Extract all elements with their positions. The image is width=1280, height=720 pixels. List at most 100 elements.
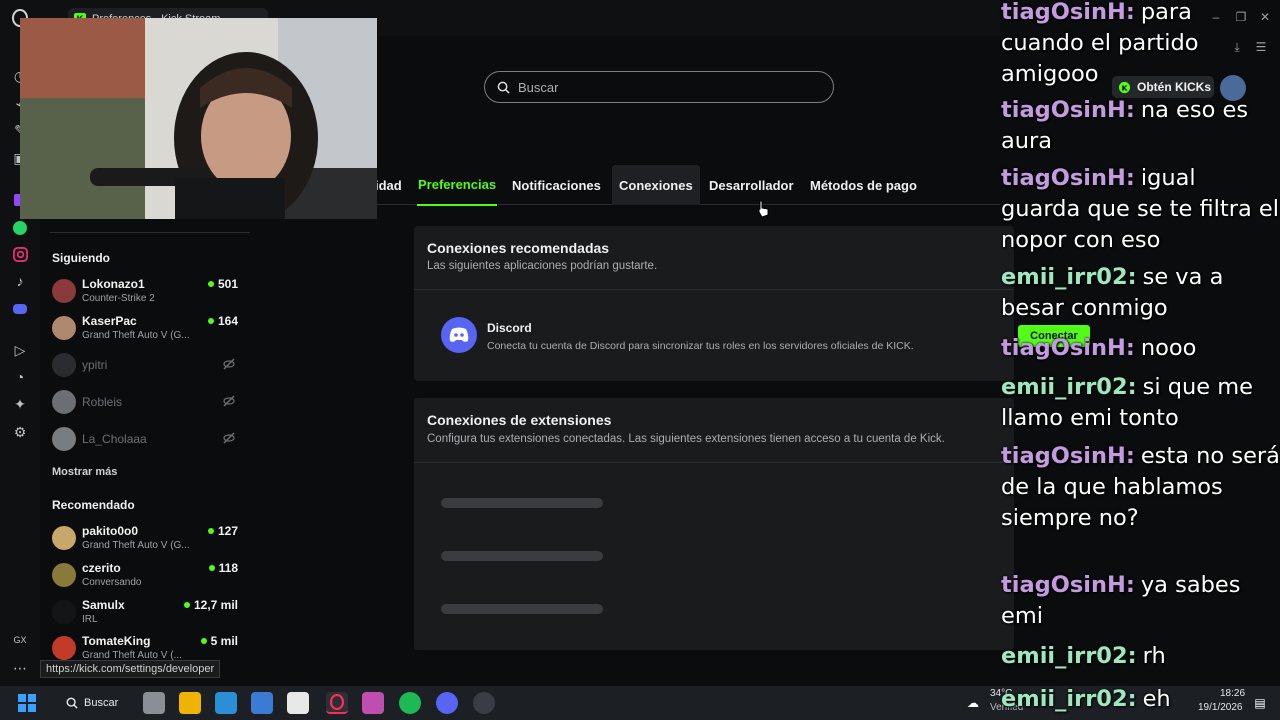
channel-category: Grand Theft Auto V (G... [82,540,190,551]
tiktok-icon[interactable]: ♪ [10,271,30,291]
chat-username: tiagOsinH: [1001,97,1135,123]
chat-message: tiagOsinH: na eso es aura [1001,95,1280,157]
spotify-icon[interactable] [399,692,421,714]
channel-category: Conversando [82,577,142,588]
viewer-count-value: 501 [217,277,238,291]
avatar [52,316,76,340]
sidebar-channel-robleis[interactable]: Robleis [52,386,238,420]
show-more-link[interactable]: Mostrar más [52,466,117,478]
app-icon[interactable] [473,692,495,714]
search-input[interactable] [518,79,818,95]
avatar [52,427,76,451]
card-divider [414,462,1014,463]
recommended-connections-title: Conexiones recomendadas [427,240,610,256]
windows-start-icon[interactable] [16,692,38,714]
tab-preferences[interactable]: Preferencias [417,165,498,206]
extension-connections-title: Conexiones de extensiones [427,412,612,428]
chat-message: tiagOsinH: nooo [1001,333,1280,364]
tab-notifications[interactable]: Notificaciones [512,165,601,205]
channel-name: Lokonazo1 [82,277,145,291]
viewer-count-value: 12,7 mil [193,598,238,612]
weather-icon[interactable]: ☁ [962,692,984,714]
avatar [52,279,76,303]
live-dot-icon [207,281,214,287]
avatar [52,563,76,587]
hand-cursor-icon [758,200,769,218]
sidebar-channel-ypitri[interactable]: ypitri [52,349,238,383]
sidebar-channel-la-cholaaa[interactable]: La_Cholaaa [52,423,238,457]
sidebar-channel-pakito0o0[interactable]: pakito0o0 Grand Theft Auto V (G... 127 [52,522,238,556]
sidebar-channel-kaserpac[interactable]: KaserPac Grand Theft Auto V (G... 164 [52,312,238,346]
viewer-count: 127 [207,524,238,538]
status-bar-url: https://kick.com/settings/developer [40,660,221,678]
channel-name: pakito0o0 [82,524,139,538]
extension-connections-subtitle: Configura tus extensiones conectadas. La… [427,433,945,445]
store-icon[interactable] [251,692,273,714]
recommended-connections-card: Conexiones recomendadas Las siguientes a… [414,226,1014,381]
settings-gear-icon[interactable]: ⚙ [10,422,30,442]
avatar [52,526,76,550]
app-icon[interactable] [287,692,309,714]
search-bar[interactable] [484,71,834,103]
play-icon[interactable]: ▷ [10,340,30,360]
search-icon [66,697,78,709]
sidebar-channel-samulx[interactable]: Samulx IRL 12,7 mil [52,596,238,630]
extensions-icon[interactable]: ✦ [10,394,30,414]
loading-skeleton [441,498,603,508]
loading-skeleton [441,604,603,614]
channel-category: IRL [82,614,98,625]
taskbar-search-label: Buscar [84,697,119,709]
tab-connections[interactable]: Conexiones [612,165,700,205]
loading-skeleton [441,551,603,561]
following-title: Siguiendo [52,251,110,265]
viewer-count: 501 [207,277,238,291]
chat-text: nooo [1140,335,1197,361]
discord-app-name: Discord [487,321,532,335]
discord-taskbar-icon[interactable] [436,692,458,714]
chat-message: emii_irr02: eh [1001,684,1280,715]
chat-username: emii_irr02: [1001,686,1137,712]
tab-developer[interactable]: Desarrollador [709,165,794,205]
app-icon[interactable] [215,692,237,714]
chat-message: tiagOsinH: para cuando el partido amigooo [1001,0,1280,90]
taskbar-search[interactable]: Buscar [52,690,132,716]
more-icon[interactable]: ⋯ [10,658,30,678]
tab-payment-methods[interactable]: Métodos de pago [810,165,917,205]
avatar [52,636,76,660]
chat-username: emii_irr02: [1001,264,1137,290]
sidebar-channel-lokonazo1[interactable]: Lokonazo1 Counter-Strike 2 501 [52,275,238,309]
chat-username: tiagOsinH: [1001,572,1135,598]
live-dot-icon [207,318,214,324]
channel-category: Counter-Strike 2 [82,293,155,304]
channel-name: czerito [82,561,121,575]
offline-eye-off-icon [223,358,235,370]
task-view-icon[interactable] [143,692,165,714]
webcam-video [20,18,377,219]
tab-privacy[interactable]: idad [375,165,402,205]
viewer-count-value: 164 [217,314,238,328]
recommended-title: Recomendado [52,498,135,512]
chat-username: tiagOsinH: [1001,443,1135,469]
chat-overlay: tiagOsinH: para cuando el partido amigooo… [1001,0,1280,690]
opera-gx-taskbar-icon[interactable] [326,692,348,714]
sidebar-channel-czerito[interactable]: czerito Conversando 118 [52,559,238,593]
file-explorer-icon[interactable] [179,692,201,714]
chat-username: tiagOsinH: [1001,165,1135,191]
viewer-count: 12,7 mil [183,598,238,612]
instagram-icon[interactable] [10,244,30,264]
channel-name: ypitri [82,358,108,372]
app-icon[interactable] [362,692,384,714]
channel-name: Samulx [82,598,125,612]
avatar [52,600,76,624]
channel-name: KaserPac [82,314,137,328]
whatsapp-icon[interactable] [10,218,30,238]
offline-eye-off-icon [223,432,235,444]
discord-app-description: Conecta tu cuenta de Discord para sincro… [487,340,914,352]
sidebar-divider [50,232,250,233]
viewer-count: 118 [208,561,238,575]
discord-sidebar-icon[interactable] [10,299,30,319]
chat-username: emii_irr02: [1001,643,1137,669]
recommended-connections-subtitle: Las siguientes aplicaciones podrían gust… [427,260,658,272]
live-dot-icon [208,565,215,571]
clock-icon[interactable]: ◔ [10,367,30,387]
